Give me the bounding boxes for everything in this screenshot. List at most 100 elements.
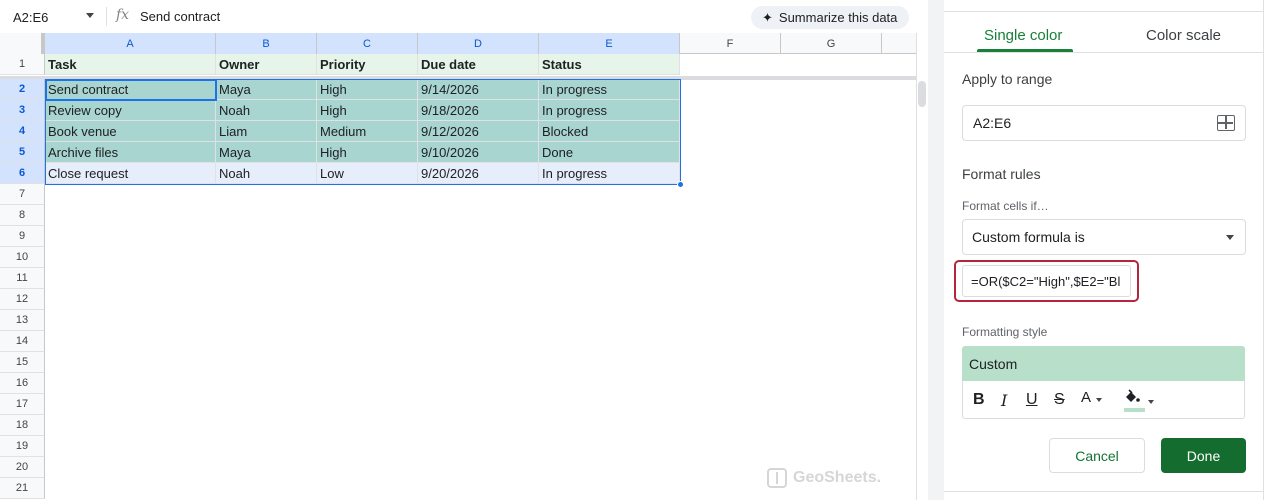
cell-c6[interactable]: Low xyxy=(317,163,418,184)
cell-e5[interactable]: Done xyxy=(539,142,680,163)
fill-handle[interactable] xyxy=(677,181,684,188)
column-header-f[interactable]: F xyxy=(680,33,781,54)
row-header-5[interactable]: 5 xyxy=(0,142,45,163)
column-header-e[interactable]: E xyxy=(539,33,680,54)
cell-b2[interactable]: Maya xyxy=(216,79,317,100)
cell-c2[interactable]: High xyxy=(317,79,418,100)
divider xyxy=(944,491,1264,492)
divider xyxy=(106,7,107,26)
cell-e2[interactable]: In progress xyxy=(539,79,680,100)
bold-button[interactable]: B xyxy=(973,390,985,410)
divider xyxy=(944,52,1264,53)
strikethrough-button[interactable]: S xyxy=(1054,390,1065,410)
underline-button[interactable]: U xyxy=(1026,390,1038,410)
column-header-a[interactable]: A xyxy=(45,33,216,54)
row-header-17[interactable]: 17 xyxy=(0,394,45,415)
cell-e6[interactable]: In progress xyxy=(539,163,680,184)
row-header-18[interactable]: 18 xyxy=(0,415,45,436)
tab-single-color[interactable]: Single color xyxy=(984,27,1062,44)
row-header-6[interactable]: 6 xyxy=(0,163,45,184)
summarize-button[interactable]: ✦ Summarize this data xyxy=(751,6,910,29)
range-value: A2:E6 xyxy=(973,115,1012,131)
cell-b3[interactable]: Noah xyxy=(216,100,317,121)
cell-e3[interactable]: In progress xyxy=(539,100,680,121)
watermark-text: GeoSheets. xyxy=(793,469,882,486)
chevron-down-icon xyxy=(1148,400,1154,404)
cell-b4[interactable]: Liam xyxy=(216,121,317,142)
geosheets-logo-icon xyxy=(767,468,787,488)
format-cells-if-label: Format cells if… xyxy=(962,199,1049,213)
formula-input[interactable]: Send contract xyxy=(140,9,220,24)
summarize-label: Summarize this data xyxy=(778,10,898,25)
custom-formula-input[interactable] xyxy=(962,265,1131,297)
row-header-9[interactable]: 9 xyxy=(0,226,45,247)
range-input[interactable]: A2:E6 xyxy=(962,105,1246,141)
row-header-2[interactable]: 2 xyxy=(0,79,45,100)
row-header-20[interactable]: 20 xyxy=(0,457,45,478)
grid-select-icon[interactable] xyxy=(1217,115,1235,131)
cell-b6[interactable]: Noah xyxy=(216,163,317,184)
cell-c4[interactable]: Medium xyxy=(317,121,418,142)
row-header-7[interactable]: 7 xyxy=(0,184,45,205)
row-header-12[interactable]: 12 xyxy=(0,289,45,310)
scrollbar-thumb[interactable] xyxy=(918,81,926,107)
cell-b5[interactable]: Maya xyxy=(216,142,317,163)
name-box[interactable]: A2:E6 xyxy=(4,5,102,29)
format-rules-label: Format rules xyxy=(962,166,1041,182)
cell-e1[interactable]: Status xyxy=(539,54,680,75)
cell-d1[interactable]: Due date xyxy=(418,54,539,75)
row-header-14[interactable]: 14 xyxy=(0,331,45,352)
cancel-button[interactable]: Cancel xyxy=(1049,438,1145,473)
chevron-down-icon xyxy=(86,13,94,18)
row-header-10[interactable]: 10 xyxy=(0,247,45,268)
watermark: GeoSheets. xyxy=(767,468,881,488)
cell-a6[interactable]: Close request xyxy=(45,163,216,184)
row-header-13[interactable]: 13 xyxy=(0,310,45,331)
cell-a3[interactable]: Review copy xyxy=(45,100,216,121)
style-preview-text: Custom xyxy=(969,355,1018,372)
column-header-d[interactable]: D xyxy=(418,33,539,54)
row-header-3[interactable]: 3 xyxy=(0,100,45,121)
cell-d5[interactable]: 9/10/2026 xyxy=(418,142,539,163)
name-box-value: A2:E6 xyxy=(13,9,49,25)
cell-d6[interactable]: 9/20/2026 xyxy=(418,163,539,184)
cell-a5[interactable]: Archive files xyxy=(45,142,216,163)
formatting-style-label: Formatting style xyxy=(962,325,1048,339)
tab-color-scale[interactable]: Color scale xyxy=(1146,27,1221,44)
column-header-c[interactable]: C xyxy=(317,33,418,54)
text-color-button[interactable]: A xyxy=(1081,387,1103,407)
cell-c3[interactable]: High xyxy=(317,100,418,121)
cell-d3[interactable]: 9/18/2026 xyxy=(418,100,539,121)
condition-select[interactable]: Custom formula is xyxy=(962,219,1246,255)
divider xyxy=(944,11,1264,12)
row-header-19[interactable]: 19 xyxy=(0,436,45,457)
column-header-g[interactable]: G xyxy=(781,33,882,54)
cell-c5[interactable]: High xyxy=(317,142,418,163)
fx-icon: fx xyxy=(116,7,130,23)
row-header-1[interactable]: 1 xyxy=(0,54,45,75)
cell-c1[interactable]: Priority xyxy=(317,54,418,75)
cell-a1[interactable]: Task xyxy=(45,54,216,75)
fill-color-swatch xyxy=(1124,408,1145,412)
cell-d2[interactable]: 9/14/2026 xyxy=(418,79,539,100)
cell-a2[interactable]: Send contract xyxy=(45,79,216,100)
done-button[interactable]: Done xyxy=(1161,438,1246,473)
style-preset-dropdown[interactable]: Custom xyxy=(962,346,1245,381)
row-header-4[interactable]: 4 xyxy=(0,121,45,142)
row-header-16[interactable]: 16 xyxy=(0,373,45,394)
italic-button[interactable]: I xyxy=(1001,390,1007,410)
column-header-bar: ABCDEFG xyxy=(0,33,916,54)
cell-a4[interactable]: Book venue xyxy=(45,121,216,142)
cell-b1[interactable]: Owner xyxy=(216,54,317,75)
column-header-b[interactable]: B xyxy=(216,33,317,54)
spreadsheet-grid[interactable]: ABCDEFG Task Owner Priority Due date Status S… xyxy=(0,33,916,500)
text-color-icon: A xyxy=(1081,388,1092,406)
cell-e4[interactable]: Blocked xyxy=(539,121,680,142)
select-all-corner[interactable] xyxy=(0,33,45,54)
cell-d4[interactable]: 9/12/2026 xyxy=(418,121,539,142)
row-header-15[interactable]: 15 xyxy=(0,352,45,373)
row-header-8[interactable]: 8 xyxy=(0,205,45,226)
row-header-11[interactable]: 11 xyxy=(0,268,45,289)
fill-color-button[interactable] xyxy=(1123,387,1154,407)
row-header-21[interactable]: 21 xyxy=(0,478,45,499)
